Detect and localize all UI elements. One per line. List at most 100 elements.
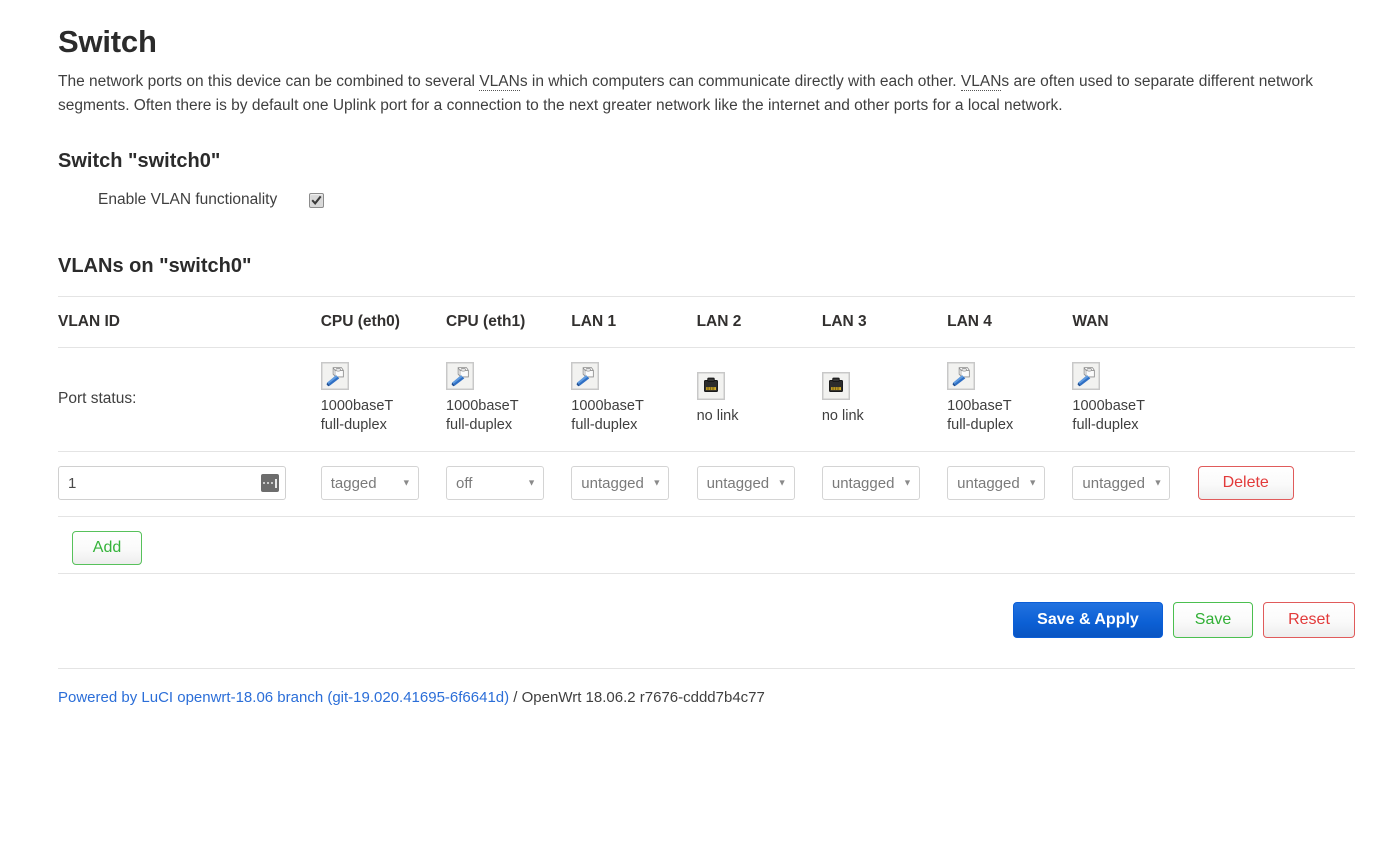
port-select-lan-1[interactable]: untaggedtaggedoff — [571, 466, 670, 500]
save-apply-button[interactable]: Save & Apply — [1013, 602, 1163, 638]
vlan-port-cell-cpu-eth0: untaggedtaggedoff▼ — [320, 451, 447, 517]
intro-text-2: s in which computers can communicate dir… — [519, 73, 961, 90]
port-select-wrap-lan-3: untaggedtaggedoff▼ — [821, 466, 920, 500]
column-header-lan-4: LAN 4 — [947, 296, 1073, 348]
port-status-row: Port status: 1000baseT full-duplex 1000ba… — [58, 347, 1355, 452]
port-speed-text: 1000baseT — [571, 398, 644, 414]
port-status-cell-lan-4: 100baseT full-duplex — [947, 347, 1073, 452]
port-select-wrap-cpu-eth0: untaggedtaggedoff▼ — [320, 466, 419, 500]
delete-button[interactable]: Delete — [1197, 466, 1294, 500]
port-status-cell-lan-2: no link — [696, 347, 822, 452]
ethernet-connected-icon — [446, 362, 475, 390]
port-duplex-text: full-duplex — [571, 417, 638, 433]
ethernet-connected-icon — [320, 362, 349, 390]
switch-section-title: Switch "switch0" — [58, 150, 221, 172]
table-row: untaggedtaggedoff▼ untaggedtaggedoff▼ un… — [58, 451, 1355, 517]
column-header-vlan-id: VLAN ID — [58, 296, 321, 348]
port-select-wrap-lan-2: untaggedtaggedoff▼ — [696, 466, 795, 500]
vlan-port-cell-wan: untaggedtaggedoff▼ — [1072, 451, 1198, 517]
port-status-actions-cell — [1197, 347, 1355, 452]
column-header-wan: WAN — [1072, 296, 1198, 348]
port-select-wan[interactable]: untaggedtaggedoff — [1072, 466, 1171, 500]
port-status-cell-lan-3: no link — [821, 347, 948, 452]
port-select-wrap-lan-4: untaggedtaggedoff▼ — [947, 466, 1046, 500]
port-status-cell-wan: 1000baseT full-duplex — [1072, 347, 1198, 452]
port-status: 100baseT full-duplex — [947, 362, 1072, 435]
port-speed-text: 1000baseT — [320, 398, 394, 414]
enable-vlan-label: Enable VLAN functionality — [98, 191, 278, 208]
vlan-port-cell-lan-3: untaggedtaggedoff▼ — [821, 451, 948, 517]
add-button[interactable]: Add — [72, 531, 142, 565]
add-button-zone: Add — [58, 517, 1356, 573]
vlan-abbr-1: VLAN — [479, 73, 520, 91]
vlan-id-input[interactable] — [58, 466, 286, 500]
vlan-id-cell — [58, 451, 321, 517]
vlan-id-input-wrap — [58, 466, 286, 500]
vlan-port-cell-lan-2: untaggedtaggedoff▼ — [696, 451, 822, 517]
port-status: 1000baseT full-duplex — [446, 362, 571, 435]
openwrt-version-text: / OpenWrt 18.06.2 r7676-cddd7b4c77 — [509, 689, 765, 706]
vlan-id-dropdown-icon[interactable] — [261, 474, 279, 492]
luci-version-link[interactable]: Powered by LuCI openwrt-18.06 branch (gi… — [58, 689, 509, 706]
port-status: 1000baseT full-duplex — [571, 362, 696, 435]
port-status-cell-cpu-eth0: 1000baseT full-duplex — [320, 347, 447, 452]
ethernet-nolink-icon — [696, 371, 725, 400]
form-actions-bar: Save & Apply Save Reset — [58, 574, 1355, 668]
column-header-lan-2: LAN 2 — [696, 296, 822, 348]
port-status: no link — [696, 371, 822, 426]
affix-bar — [275, 478, 277, 488]
vlan-table-head: VLAN ID CPU (eth0) CPU (eth1) LAN 1 LAN … — [58, 296, 1355, 348]
intro-text-1: The network ports on this device can be … — [58, 73, 480, 90]
vlan-table-body: Port status: 1000baseT full-duplex 1000ba… — [58, 347, 1355, 517]
ellipsis-icon — [263, 482, 273, 484]
port-status-label: Port status: — [58, 389, 137, 407]
port-speed-text: 1000baseT — [446, 398, 519, 414]
port-select-cpu-eth0[interactable]: untaggedtaggedoff — [320, 466, 419, 500]
port-speed-text: no link — [696, 407, 739, 424]
port-status-label-cell: Port status: — [58, 347, 321, 452]
ethernet-connected-icon — [947, 362, 976, 390]
port-select-lan-4[interactable]: untaggedtaggedoff — [947, 466, 1046, 500]
column-header-cpu-eth0: CPU (eth0) — [320, 296, 447, 348]
vlan-abbr-2: VLAN — [960, 73, 1002, 91]
column-header-lan-3: LAN 3 — [821, 296, 948, 348]
vlan-port-cell-lan-4: untaggedtaggedoff▼ — [947, 451, 1073, 517]
port-speed-text: 1000baseT — [1072, 398, 1145, 414]
ethernet-connected-icon — [571, 362, 600, 390]
port-status: no link — [821, 371, 947, 426]
ethernet-nolink-icon — [821, 371, 850, 400]
enable-vlan-checkbox[interactable] — [309, 192, 325, 208]
checkmark-icon — [311, 195, 322, 205]
port-status-cell-cpu-eth1: 1000baseT full-duplex — [446, 347, 572, 452]
port-duplex-text: full-duplex — [320, 417, 387, 433]
enable-vlan-field: Enable VLAN functionality — [58, 187, 1356, 213]
port-select-lan-3[interactable]: untaggedtaggedoff — [821, 466, 920, 500]
port-duplex-text: full-duplex — [446, 417, 513, 433]
page-title: Switch — [58, 24, 157, 59]
port-select-lan-2[interactable]: untaggedtaggedoff — [696, 466, 795, 500]
port-select-cpu-eth1[interactable]: untaggedtaggedoff — [446, 466, 545, 500]
vlan-port-cell-lan-1: untaggedtaggedoff▼ — [571, 451, 697, 517]
port-select-wrap-lan-1: untaggedtaggedoff▼ — [571, 466, 670, 500]
column-header-actions — [1197, 296, 1355, 348]
ethernet-connected-icon — [1072, 362, 1101, 390]
port-status: 1000baseT full-duplex — [320, 362, 446, 435]
column-header-lan-1: LAN 1 — [571, 296, 697, 348]
vlan-table: VLAN ID CPU (eth0) CPU (eth1) LAN 1 LAN … — [58, 296, 1355, 517]
switch-page: Switch The network ports on this device … — [0, 0, 1380, 706]
page-description: The network ports on this device can be … — [58, 70, 1328, 118]
port-duplex-text: full-duplex — [947, 417, 1014, 433]
vlan-port-cell-cpu-eth1: untaggedtaggedoff▼ — [446, 451, 572, 517]
port-speed-text: 100baseT — [947, 398, 1012, 414]
port-status: 1000baseT full-duplex — [1072, 362, 1197, 435]
port-speed-text: no link — [821, 407, 864, 424]
port-status-cell-lan-1: 1000baseT full-duplex — [571, 347, 697, 452]
footer: Powered by LuCI openwrt-18.06 branch (gi… — [58, 668, 1355, 706]
port-select-wrap-wan: untaggedtaggedoff▼ — [1072, 466, 1171, 500]
reset-button[interactable]: Reset — [1263, 602, 1355, 638]
vlan-table-header-row: VLAN ID CPU (eth0) CPU (eth1) LAN 1 LAN … — [58, 296, 1355, 348]
save-button[interactable]: Save — [1173, 602, 1253, 638]
vlan-row-actions-cell: Delete — [1197, 451, 1355, 517]
vlan-section-title: VLANs on "switch0" — [58, 255, 252, 277]
column-header-cpu-eth1: CPU (eth1) — [446, 296, 572, 348]
